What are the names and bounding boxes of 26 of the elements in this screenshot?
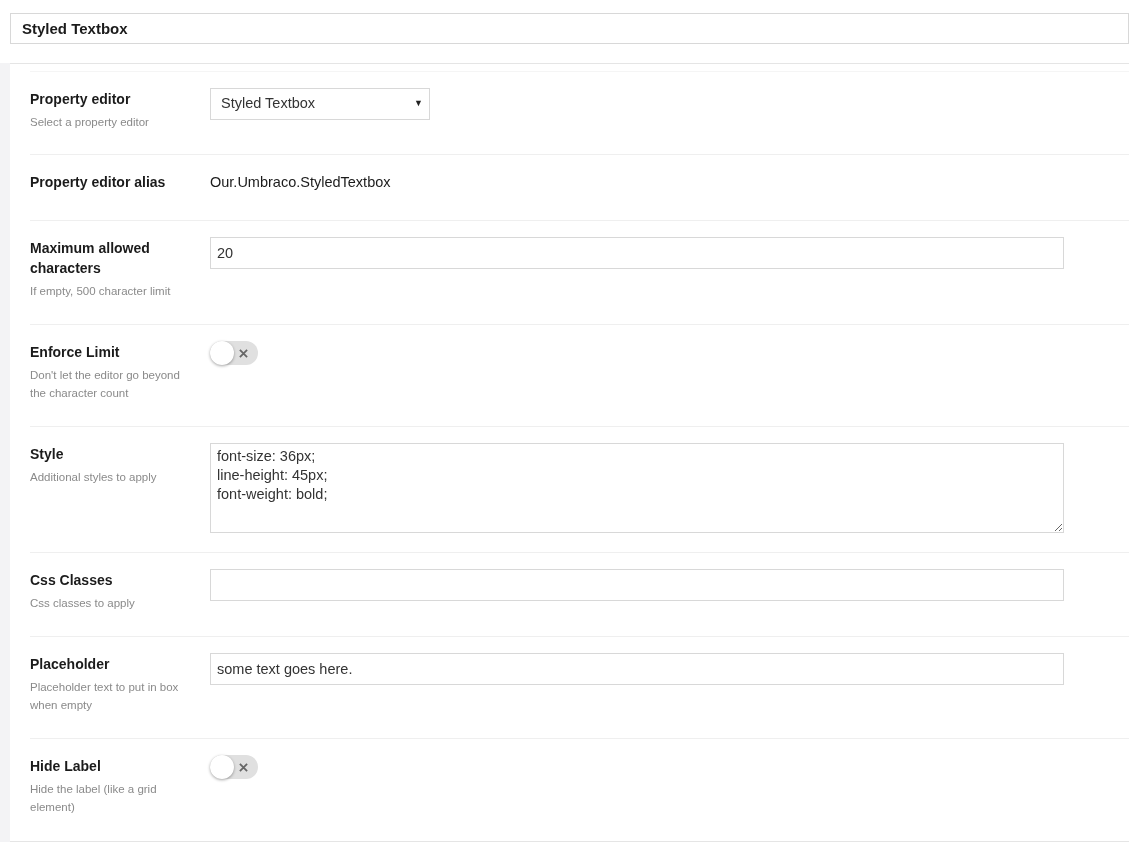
input-field[interactable] [210, 569, 1064, 601]
toggle-switch[interactable] [210, 755, 258, 779]
style-textarea[interactable]: font-size: 36px; line-height: 45px; font-weight: bold; [210, 443, 1064, 533]
field-label: Maximum allowed characters [30, 239, 151, 278]
property-editor-select[interactable]: Styled Textbox ▼ [210, 88, 430, 120]
field-label: Hide Label [30, 757, 102, 776]
field-label: Property editor alias [30, 173, 167, 192]
field-label: Style [30, 445, 65, 464]
field-label: Css Classes [30, 571, 114, 590]
input-field[interactable]: 20 [210, 237, 1064, 269]
toggle-switch[interactable] [210, 341, 258, 365]
field-description: Select a property editor [30, 115, 150, 130]
alias-value: Our.Umbraco.StyledTextbox [210, 173, 392, 192]
field-label: Property editor [30, 90, 132, 109]
field-description: Don't let the editor go beyond the character count [30, 368, 181, 401]
name-field[interactable]: Styled Textbox [10, 13, 1129, 44]
field-description: Additional styles to apply [30, 470, 158, 485]
close-icon [239, 763, 248, 772]
close-icon [239, 349, 248, 358]
input-field[interactable]: some text goes here. [210, 653, 1064, 685]
field-description: Placeholder text to put in box when empty [30, 680, 180, 713]
field-description: If empty, 500 character limit [30, 284, 172, 299]
field-description: Hide the label (like a grid element) [30, 782, 158, 815]
field-label: Enforce Limit [30, 343, 121, 362]
field-description: Css classes to apply [30, 596, 136, 611]
field-label: Placeholder [30, 655, 111, 674]
